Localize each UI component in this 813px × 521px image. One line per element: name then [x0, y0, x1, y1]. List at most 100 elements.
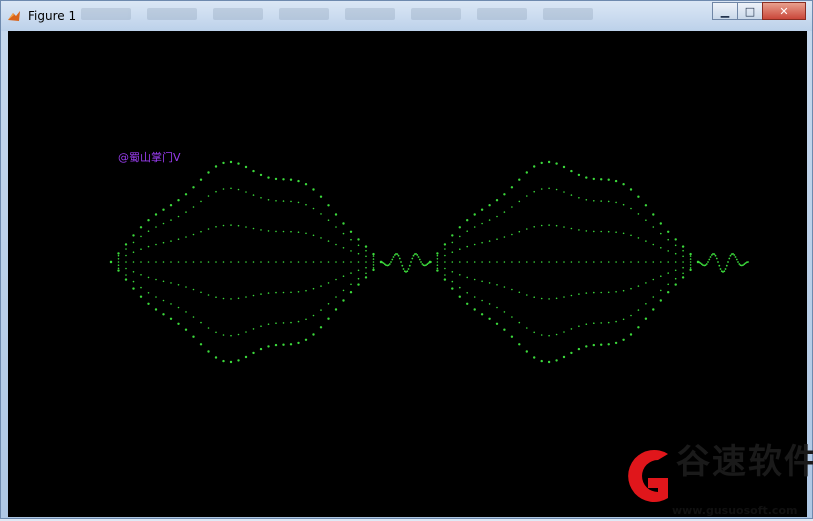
plot-dot: [563, 296, 565, 298]
plot-dot: [365, 261, 367, 263]
plot-dot: [207, 294, 210, 296]
plot-dot: [681, 276, 685, 279]
plot-dot: [350, 261, 352, 263]
plot-dot: [147, 245, 150, 248]
plot-dot: [466, 302, 469, 305]
plot-dot: [169, 204, 173, 207]
plot-dot: [290, 261, 292, 263]
plot-dot: [214, 165, 218, 168]
plot-dot: [533, 190, 535, 193]
plot-dot: [252, 261, 255, 263]
plot-dot: [488, 219, 491, 221]
close-button[interactable]: ✕: [762, 2, 806, 20]
plot-dot: [260, 325, 262, 328]
plot-dot: [334, 213, 338, 216]
plot-dot: [125, 261, 127, 263]
plot-dot: [466, 245, 469, 248]
plot-dot: [496, 238, 498, 240]
plot-dot: [320, 237, 322, 239]
plot-dot: [229, 160, 233, 164]
maximize-button[interactable]: □: [737, 2, 763, 20]
plot-dot: [622, 203, 625, 206]
plot-dot: [259, 347, 263, 351]
plot-dot: [459, 274, 461, 276]
plot-dot: [200, 321, 202, 324]
plot-dot: [652, 213, 655, 216]
plot-dot: [162, 222, 165, 225]
plot-dot: [390, 261, 392, 263]
plot-dot: [267, 176, 270, 179]
plot-dot: [192, 316, 195, 318]
plot-dot: [297, 261, 300, 263]
plot-dot: [162, 208, 165, 211]
plot-dot: [614, 179, 618, 183]
plot-dot: [237, 188, 240, 191]
plot-dot: [682, 266, 684, 269]
plot-dot: [192, 335, 195, 338]
plot-dot: [125, 274, 127, 276]
plot-dot: [481, 299, 483, 302]
plot-dot: [275, 322, 277, 325]
plot-dot: [600, 178, 603, 181]
plot-dot: [357, 269, 360, 272]
plot-dot: [724, 268, 727, 270]
plot-dot: [607, 291, 610, 294]
plot-dot: [518, 261, 521, 263]
plot-dot: [637, 261, 640, 263]
plot-dot: [707, 261, 709, 263]
plot-dot: [230, 298, 232, 300]
plot-dot: [237, 162, 240, 165]
plot-dot: [391, 258, 394, 261]
plot-dot: [342, 275, 345, 277]
plot-dot: [578, 293, 580, 295]
plot-dot: [398, 257, 401, 260]
plot-dot: [350, 250, 352, 252]
plot-dot: [267, 261, 270, 263]
plot-dot: [496, 306, 498, 309]
plot-dot: [630, 207, 632, 210]
plot-dot: [444, 248, 446, 250]
plot-dot: [503, 311, 506, 313]
plot-dot: [667, 283, 669, 286]
plot-dot: [237, 333, 240, 336]
plot-dot: [637, 285, 640, 287]
plot-dot: [222, 297, 225, 300]
plot-dot: [162, 241, 165, 244]
plot-dot: [533, 165, 536, 168]
plot-dot: [674, 277, 677, 280]
plot-dot: [444, 267, 446, 270]
plot-dot: [304, 338, 308, 341]
minimize-button[interactable]: ▁: [712, 2, 738, 20]
plot-dot: [674, 269, 677, 272]
plot-dot: [458, 226, 461, 229]
plot-dot: [132, 234, 135, 237]
plot-dot: [162, 299, 165, 302]
plot-dot: [518, 200, 521, 203]
plot-dot: [689, 267, 692, 269]
plot-dot: [577, 347, 581, 351]
plot-dot: [451, 280, 454, 283]
plot-dot: [570, 351, 573, 355]
plot-dot: [335, 278, 337, 281]
plot-dot: [510, 335, 514, 338]
plot-dot: [466, 276, 469, 279]
plot-dot: [117, 264, 120, 266]
plot-dot: [637, 237, 640, 239]
plot-dot: [410, 261, 412, 263]
plot-dot: [230, 334, 232, 337]
plot-dot: [222, 188, 225, 190]
plot-dot: [401, 264, 404, 267]
plot-dot: [335, 261, 337, 263]
plot-dot: [719, 268, 722, 270]
plot-dot: [140, 261, 142, 263]
plot-dot: [177, 261, 180, 263]
plot-dot: [592, 343, 595, 347]
plot-dot: [607, 178, 610, 181]
plot-dot: [735, 258, 738, 261]
plot-dot: [563, 261, 565, 263]
title-bar[interactable]: Figure 1 ▁ □ ✕: [1, 1, 812, 31]
plot-dot: [660, 275, 662, 277]
plot-dot: [260, 293, 262, 295]
plot-dot: [630, 287, 632, 290]
plot-dot: [207, 195, 210, 197]
